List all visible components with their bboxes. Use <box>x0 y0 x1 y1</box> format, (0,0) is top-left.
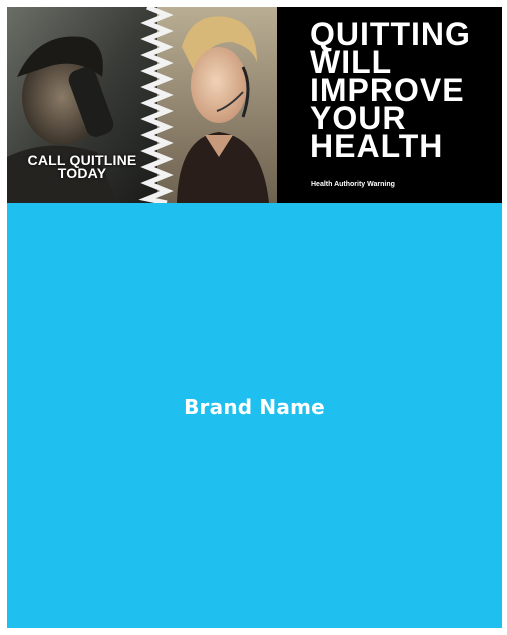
brand-name: Brand Name <box>184 395 325 419</box>
warning-attribution: Health Authority Warning <box>311 181 395 188</box>
warning-photo: CALL QUITLINE TODAY <box>7 7 277 203</box>
cigarette-pack-face: CALL QUITLINE TODAY QUITTING WILL IMPROV… <box>7 7 502 628</box>
warning-headline: QUITTING WILL IMPROVE YOUR HEALTH <box>310 18 471 164</box>
call-quitline-caption: CALL QUITLINE TODAY <box>7 153 157 181</box>
caption-line: TODAY <box>57 165 107 181</box>
headline-line: HEALTH <box>310 128 444 164</box>
health-warning-banner: CALL QUITLINE TODAY QUITTING WILL IMPROV… <box>7 7 502 203</box>
warning-text-panel: QUITTING WILL IMPROVE YOUR HEALTH Health… <box>277 7 502 203</box>
